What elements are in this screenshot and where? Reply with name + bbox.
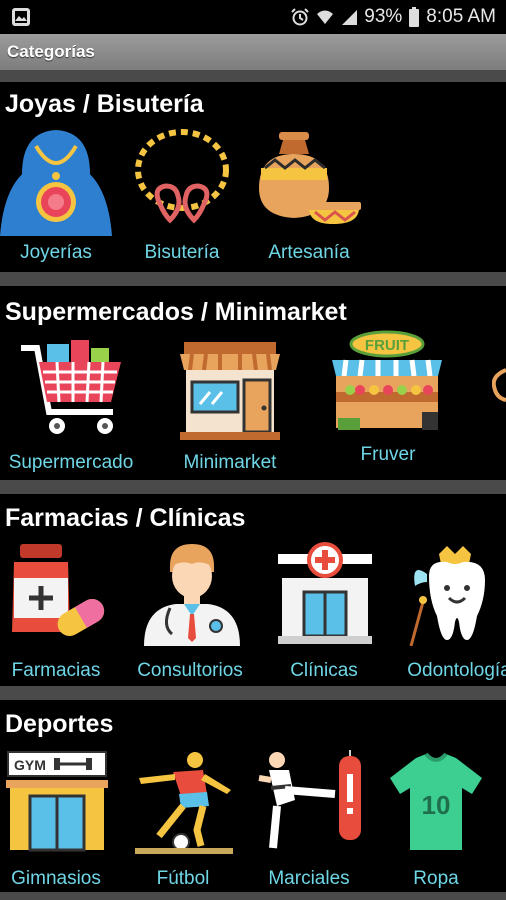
category-futbol[interactable]: Fútbol: [113, 750, 253, 892]
clock: 8:05 AM: [426, 6, 496, 27]
category-label: Gimnasios: [11, 868, 101, 889]
section-farmacias: Farmacias / Clínicas Farmacias Consultor…: [0, 494, 506, 686]
category-label: Clínicas: [290, 660, 358, 681]
wifi-icon: [317, 10, 334, 24]
category-label: Odontología: [407, 660, 506, 681]
signal-icon: [342, 10, 358, 25]
doctor-icon: [144, 544, 240, 646]
football-player-icon: [135, 752, 233, 854]
section-divider: [0, 892, 506, 900]
medicine-icon: [12, 544, 105, 636]
category-label: Joyerías: [20, 242, 92, 263]
category-label: Marciales: [268, 868, 350, 889]
tooth-icon: [409, 546, 485, 646]
category-ropa[interactable]: 10 Ropa: [366, 750, 506, 892]
store-icon: [180, 342, 280, 440]
section-divider: [0, 272, 506, 286]
category-consultorios[interactable]: Consultorios: [120, 542, 260, 686]
necklace-icon: [0, 130, 112, 236]
category-label: Minimarket: [183, 452, 277, 473]
category-marciales[interactable]: Marciales: [239, 750, 379, 892]
category-label: Consultorios: [137, 660, 243, 681]
battery-percent: 93%: [364, 6, 403, 27]
section-title: Joyas / Bisutería: [5, 90, 204, 118]
section-divider: [0, 480, 506, 494]
app-bar: Categorías: [0, 34, 506, 70]
category-label: Fútbol: [156, 868, 210, 889]
section-joyas: Joyas / Bisutería Joyerías Bisutería Art…: [0, 82, 506, 272]
section-divider: [0, 686, 506, 700]
category-bisuteria[interactable]: Bisutería: [112, 124, 252, 274]
category-farmacias[interactable]: Farmacias: [0, 542, 126, 686]
category-supermercado[interactable]: Supermercado: [1, 338, 141, 480]
section-title: Deportes: [5, 710, 114, 738]
category-label: Ropa: [413, 868, 459, 889]
gym-sign-text: GYM: [14, 757, 46, 773]
category-label: Supermercado: [8, 452, 134, 473]
alarm-icon: [291, 8, 309, 26]
gallery-icon: [12, 8, 30, 26]
status-bar: 93% 8:05 AM: [0, 0, 506, 34]
section-deportes: Deportes GYM Gimnasios Fútbol Marciales …: [0, 700, 506, 900]
category-joyerias[interactable]: Joyerías: [0, 124, 126, 274]
section-supermercados: Supermercados / Minimarket Supermercado: [0, 286, 506, 480]
category-odontologia[interactable]: Odontología: [389, 542, 506, 686]
pottery-icon: [259, 132, 361, 224]
next-item-partial-icon: [492, 368, 506, 402]
category-label: Farmacias: [11, 660, 101, 681]
category-artesania[interactable]: Artesanía: [239, 124, 379, 274]
battery-icon: [409, 7, 420, 27]
category-gimnasios[interactable]: GYM Gimnasios: [0, 750, 126, 892]
category-label: Artesanía: [268, 242, 350, 263]
section-title: Supermercados / Minimarket: [5, 298, 347, 326]
fruit-sign-text: FRUIT: [365, 337, 409, 354]
fruit-stand-icon: FRUIT: [332, 330, 442, 430]
hospital-icon: [278, 542, 372, 644]
jersey-icon: 10: [390, 752, 482, 850]
category-minimarket[interactable]: Minimarket: [160, 338, 300, 480]
page-title: Categorías: [7, 42, 95, 61]
section-divider: [0, 70, 506, 82]
shopping-cart-icon: [21, 340, 121, 434]
martial-arts-icon: [258, 750, 361, 849]
category-clinicas[interactable]: Clínicas: [254, 542, 394, 686]
bracelet-icon: [135, 129, 229, 224]
jersey-number-text: 10: [422, 790, 451, 820]
category-label: Fruver: [360, 444, 416, 465]
gym-icon: GYM: [6, 751, 108, 852]
section-title: Farmacias / Clínicas: [5, 504, 246, 532]
category-fruver[interactable]: FRUIT Fruver: [318, 330, 458, 480]
category-label: Bisutería: [144, 242, 220, 263]
